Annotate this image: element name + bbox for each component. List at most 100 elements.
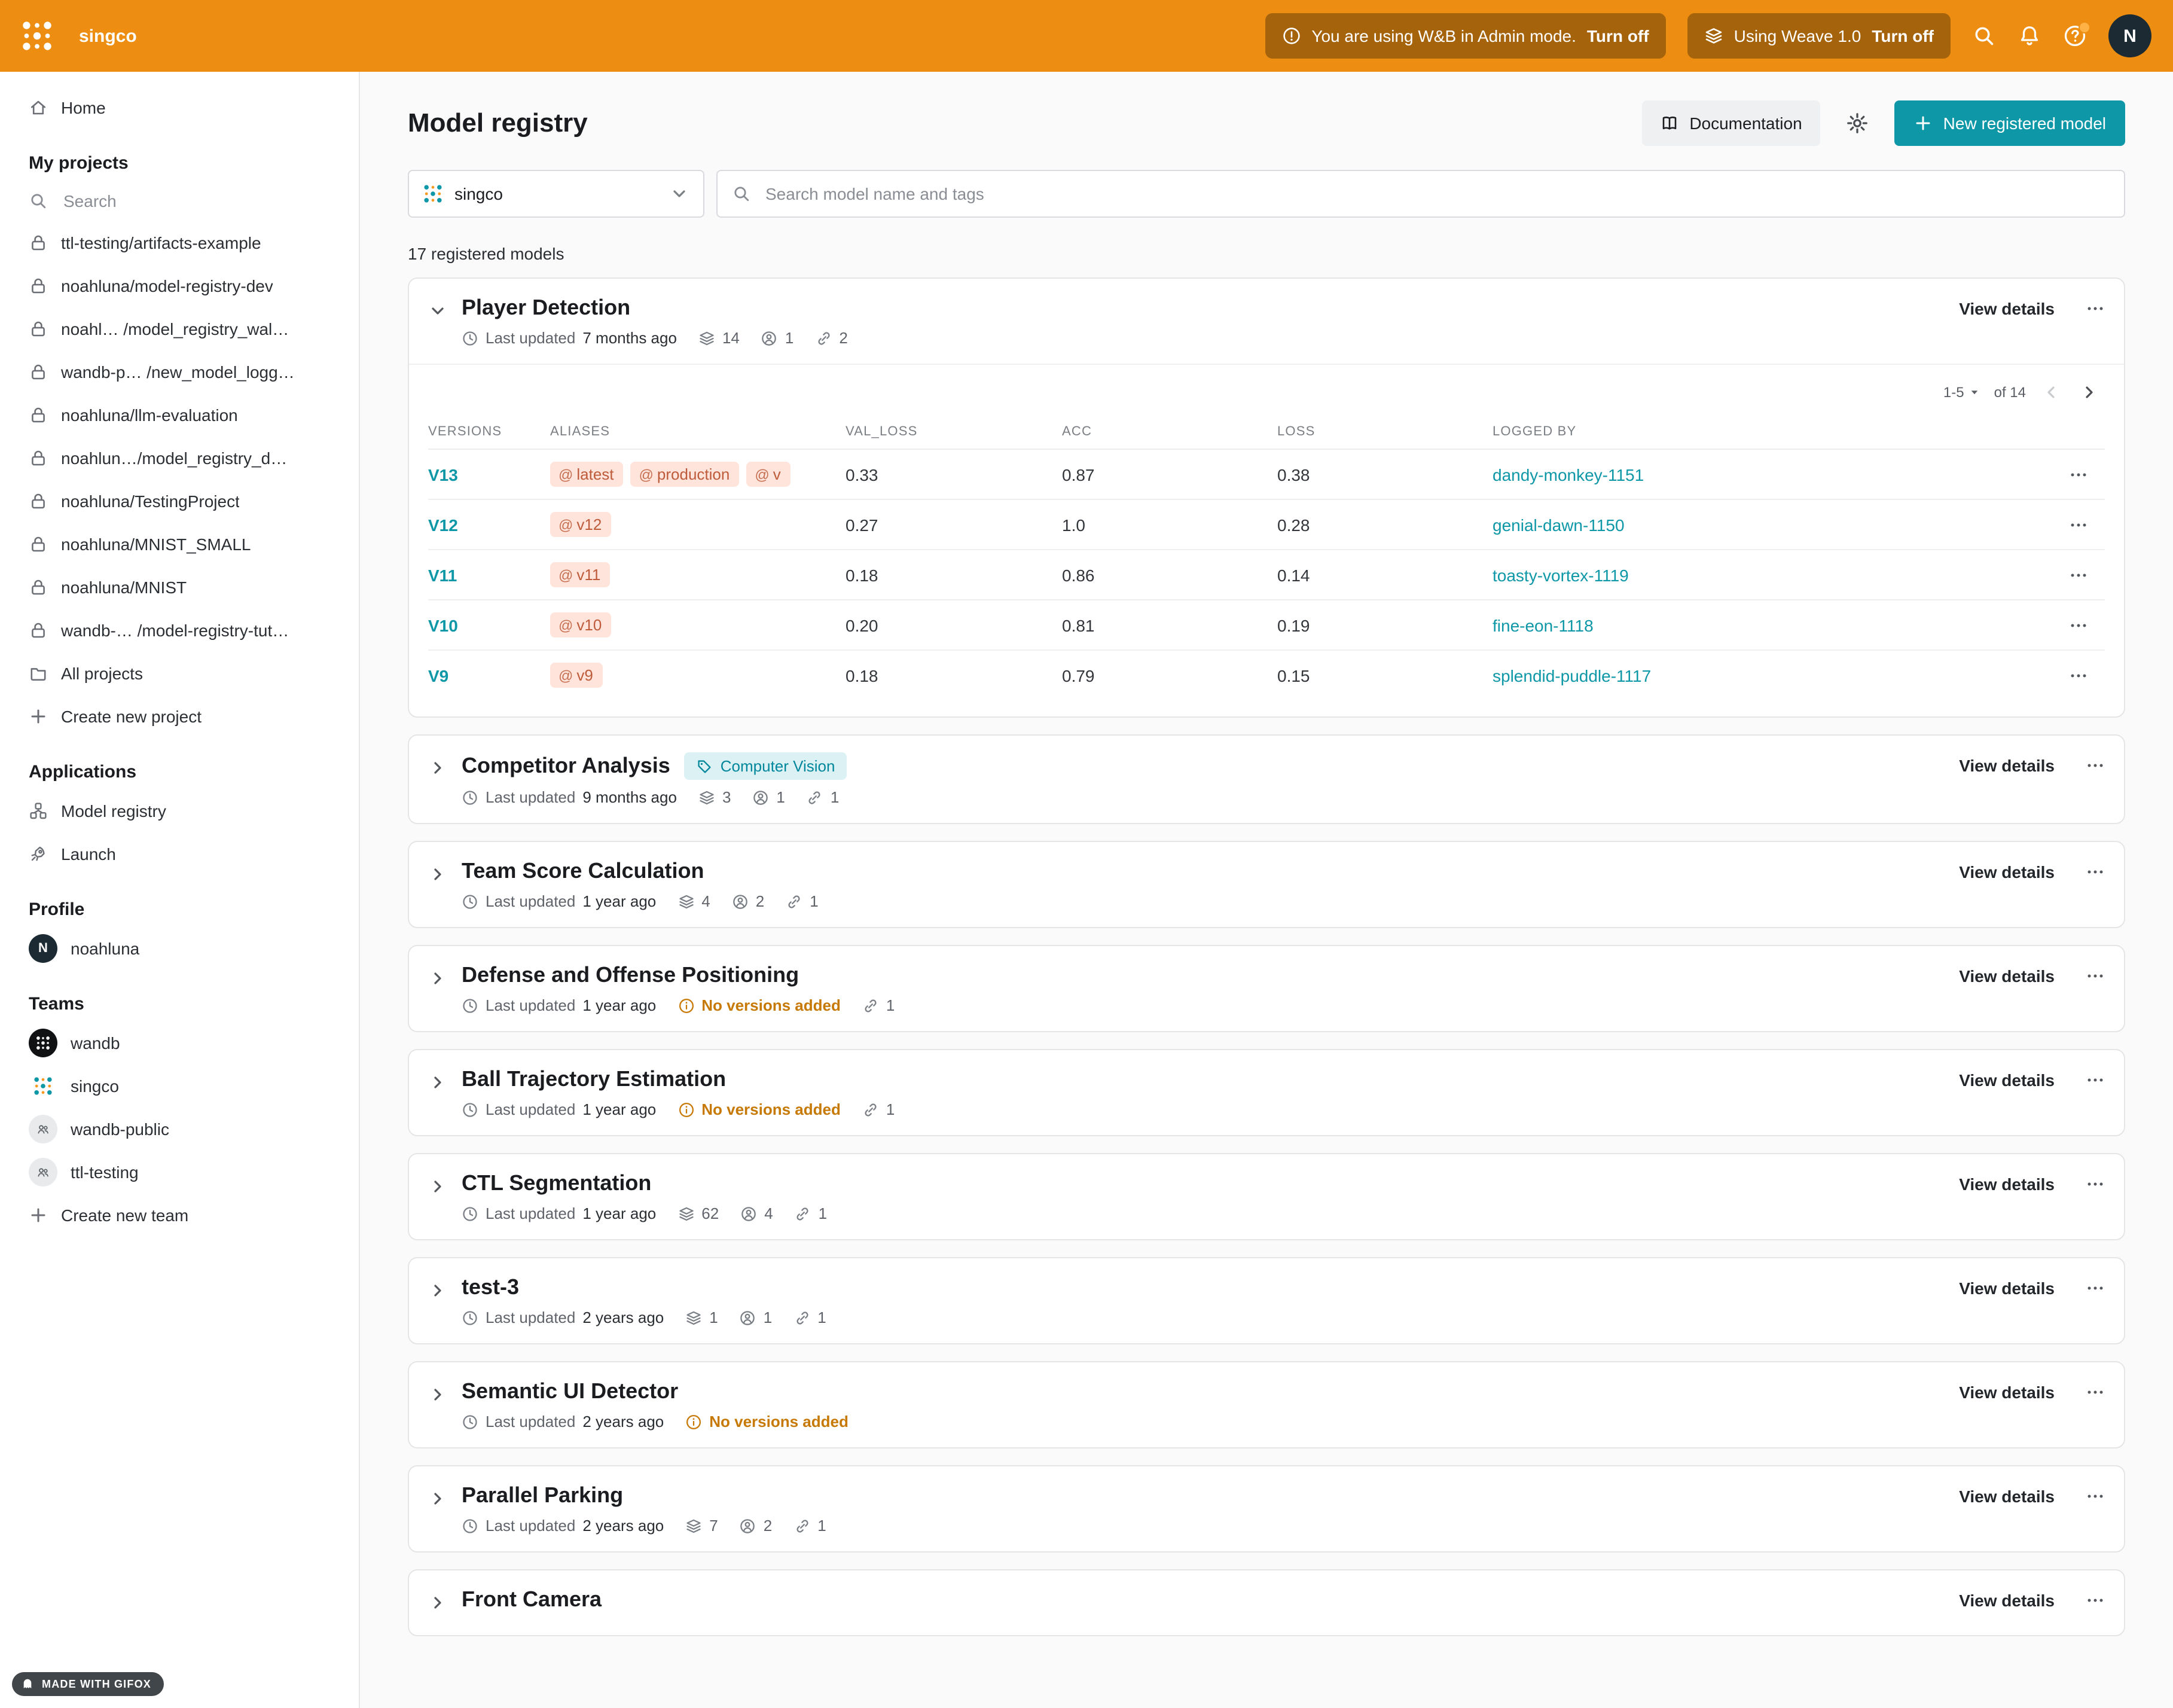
view-details-link[interactable]: View details	[1959, 1591, 2055, 1610]
sidebar-item-home[interactable]: Home	[0, 86, 359, 129]
alias-badge[interactable]: @latest	[550, 462, 624, 487]
model-search[interactable]	[716, 170, 2125, 218]
documentation-button[interactable]: Documentation	[1641, 100, 1820, 146]
sidebar-item-profile[interactable]: N noahluna	[0, 927, 359, 970]
card-menu-button[interactable]	[2086, 299, 2105, 318]
tag-badge[interactable]: Computer Vision	[685, 752, 847, 780]
card-menu-button[interactable]	[2086, 1070, 2105, 1090]
expand-button[interactable]	[428, 1379, 454, 1410]
view-details-link[interactable]: View details	[1959, 1383, 2055, 1402]
user-avatar[interactable]: N	[2108, 14, 2151, 57]
alias-badge[interactable]: @v11	[550, 562, 610, 587]
expand-button[interactable]	[428, 1171, 454, 1202]
wandb-logo-icon[interactable]	[22, 20, 53, 51]
sidebar-item-team-singco[interactable]: singco	[0, 1065, 359, 1108]
alias-badge[interactable]: @v9	[550, 663, 603, 688]
row-menu-button[interactable]	[2052, 615, 2105, 635]
logged-by-link[interactable]: splendid-puddle-1117	[1493, 666, 2052, 685]
card-menu-button[interactable]	[2086, 1591, 2105, 1610]
sidebar-item-project[interactable]: noahl… /model_registry_wal…	[0, 307, 359, 350]
help-button[interactable]	[2063, 24, 2087, 48]
card-menu-button[interactable]	[2086, 1279, 2105, 1298]
expand-button[interactable]	[428, 752, 454, 783]
logged-by-link[interactable]: fine-eon-1118	[1493, 615, 2052, 635]
sidebar-item-project[interactable]: wandb-… /model-registry-tut…	[0, 609, 359, 652]
sidebar-item-team-wandb[interactable]: wandb	[0, 1021, 359, 1065]
view-details-link[interactable]: View details	[1959, 1487, 2055, 1506]
version-link[interactable]: V11	[428, 565, 550, 584]
sidebar-item-project[interactable]: noahlun…/model_registry_d…	[0, 437, 359, 480]
logged-by-link[interactable]: dandy-monkey-1151	[1493, 465, 2052, 484]
sidebar-search[interactable]	[0, 181, 359, 221]
model-name[interactable]: Competitor Analysis	[462, 754, 670, 779]
weave-banner[interactable]: Using Weave 1.0 Turn off	[1687, 13, 1951, 59]
row-menu-button[interactable]	[2052, 565, 2105, 584]
sidebar-item-model-registry[interactable]: Model registry	[0, 789, 359, 832]
model-name[interactable]: Front Camera	[462, 1587, 602, 1612]
admin-turn-off-link[interactable]: Turn off	[1587, 26, 1649, 45]
expand-button[interactable]	[428, 1275, 454, 1306]
next-page-button[interactable]	[2076, 379, 2102, 405]
collapse-button[interactable]	[428, 295, 454, 327]
model-name[interactable]: Player Detection	[462, 295, 630, 321]
prev-page-button[interactable]	[2038, 379, 2064, 405]
sidebar-item-team-wandb-public[interactable]: wandb-public	[0, 1108, 359, 1151]
sidebar-item-project[interactable]: ttl-testing/artifacts-example	[0, 221, 359, 264]
model-search-input[interactable]	[763, 183, 2110, 205]
page-size-select[interactable]: 1-5	[1943, 384, 1982, 401]
sidebar-item-create-team[interactable]: Create new team	[0, 1194, 359, 1237]
new-registered-model-button[interactable]: New registered model	[1894, 100, 2125, 146]
view-details-link[interactable]: View details	[1959, 1175, 2055, 1194]
alias-badge[interactable]: @production	[631, 462, 740, 487]
card-menu-button[interactable]	[2086, 1383, 2105, 1402]
row-menu-button[interactable]	[2052, 666, 2105, 685]
sidebar-item-project[interactable]: noahluna/TestingProject	[0, 480, 359, 523]
logged-by-link[interactable]: genial-dawn-1150	[1493, 515, 2052, 534]
settings-button[interactable]	[1837, 103, 1878, 144]
version-link[interactable]: V9	[428, 666, 550, 685]
view-details-link[interactable]: View details	[1959, 966, 2055, 986]
view-details-link[interactable]: View details	[1959, 299, 2055, 318]
sidebar-item-team-ttl-testing[interactable]: ttl-testing	[0, 1151, 359, 1194]
model-name[interactable]: Defense and Offense Positioning	[462, 963, 799, 988]
sidebar-item-launch[interactable]: Launch	[0, 832, 359, 876]
sidebar-item-project[interactable]: noahluna/MNIST	[0, 566, 359, 609]
sidebar-item-project[interactable]: wandb-p… /new_model_logg…	[0, 350, 359, 394]
row-menu-button[interactable]	[2052, 515, 2105, 534]
notifications-button[interactable]	[2018, 24, 2041, 48]
expand-button[interactable]	[428, 859, 454, 890]
model-name[interactable]: Parallel Parking	[462, 1483, 623, 1508]
expand-button[interactable]	[428, 1483, 454, 1514]
model-name[interactable]: Ball Trajectory Estimation	[462, 1067, 726, 1092]
expand-button[interactable]	[428, 1587, 454, 1618]
sidebar-item-all-projects[interactable]: All projects	[0, 652, 359, 695]
sidebar-item-project[interactable]: noahluna/MNIST_SMALL	[0, 523, 359, 566]
version-link[interactable]: V13	[428, 465, 550, 484]
entity-select[interactable]: singco	[408, 170, 704, 218]
version-link[interactable]: V10	[428, 615, 550, 635]
model-name[interactable]: test-3	[462, 1275, 519, 1300]
card-menu-button[interactable]	[2086, 862, 2105, 882]
topbar-search-button[interactable]	[1972, 24, 1996, 48]
version-link[interactable]: V12	[428, 515, 550, 534]
model-name[interactable]: Semantic UI Detector	[462, 1379, 678, 1404]
view-details-link[interactable]: View details	[1959, 1279, 2055, 1298]
admin-mode-banner[interactable]: You are using W&B in Admin mode. Turn of…	[1265, 13, 1665, 59]
weave-turn-off-link[interactable]: Turn off	[1872, 26, 1934, 45]
card-menu-button[interactable]	[2086, 966, 2105, 986]
logged-by-link[interactable]: toasty-vortex-1119	[1493, 565, 2052, 584]
view-details-link[interactable]: View details	[1959, 1070, 2055, 1090]
view-details-link[interactable]: View details	[1959, 756, 2055, 775]
expand-button[interactable]	[428, 963, 454, 994]
model-name[interactable]: Team Score Calculation	[462, 859, 704, 884]
card-menu-button[interactable]	[2086, 1487, 2105, 1506]
sidebar-item-project[interactable]: noahluna/llm-evaluation	[0, 394, 359, 437]
sidebar-search-input[interactable]	[61, 190, 342, 212]
card-menu-button[interactable]	[2086, 1175, 2105, 1194]
view-details-link[interactable]: View details	[1959, 862, 2055, 882]
alias-badge[interactable]: @v10	[550, 612, 611, 638]
sidebar-item-create-project[interactable]: Create new project	[0, 695, 359, 738]
card-menu-button[interactable]	[2086, 756, 2105, 775]
alias-badge[interactable]: @v	[746, 462, 790, 487]
topbar-team-name[interactable]: singco	[79, 26, 137, 46]
